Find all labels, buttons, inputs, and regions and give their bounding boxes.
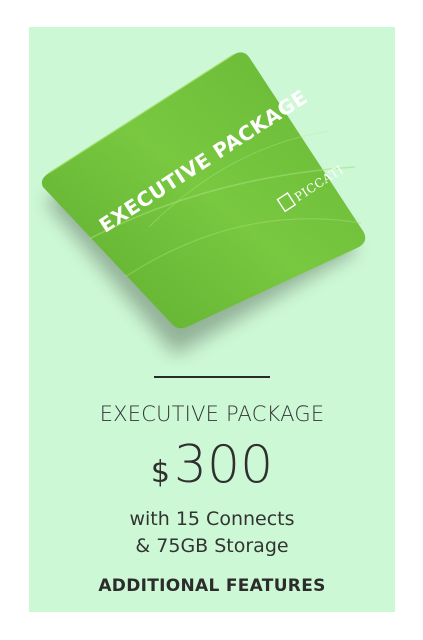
package-price: $300 xyxy=(29,435,395,507)
package-card-image: EXECUTIVE PACKAGE PICCATI xyxy=(29,27,395,367)
feature-connects: with 15 Connects xyxy=(129,508,295,530)
package-title: EXECUTIVE PACKAGE xyxy=(99,402,325,426)
price-amount: 300 xyxy=(173,435,274,495)
package-card-panel: EXECUTIVE PACKAGE PICCATI EXECUTIVE PACK… xyxy=(29,27,395,612)
divider xyxy=(154,376,270,378)
additional-features-link[interactable]: ADDITIONAL FEATURES xyxy=(29,576,395,596)
feature-storage: & 75GB Storage xyxy=(135,535,289,557)
price-currency: $ xyxy=(150,455,170,490)
